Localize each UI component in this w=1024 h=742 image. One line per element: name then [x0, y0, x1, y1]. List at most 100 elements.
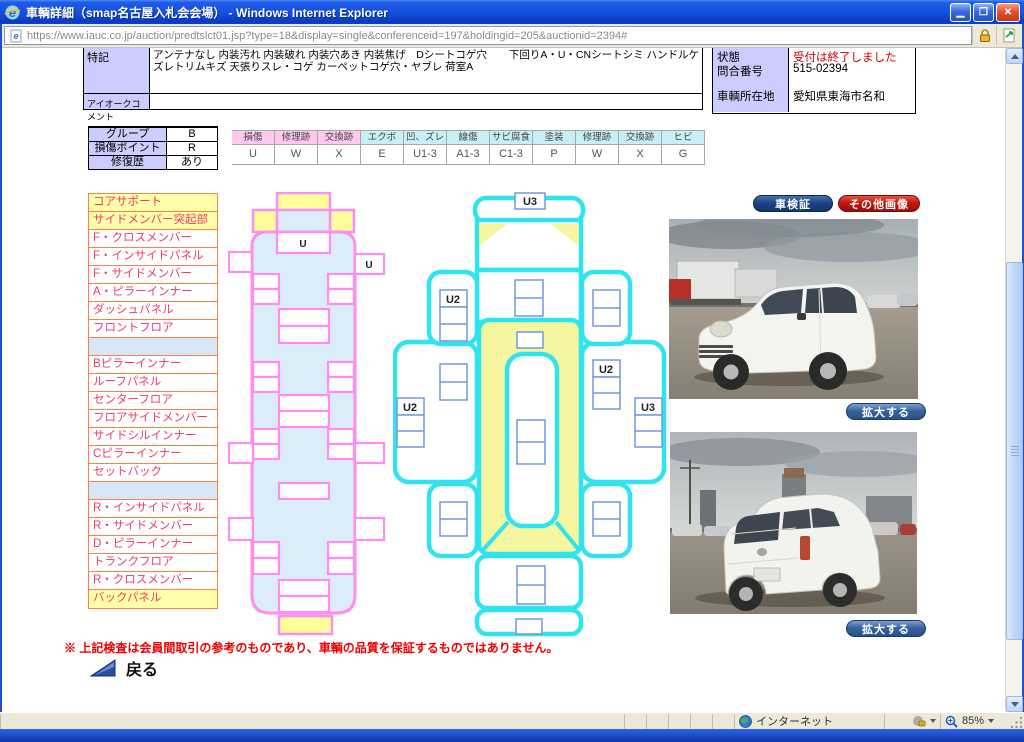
security-globe-icon — [912, 715, 926, 728]
legend-header: 凹、ズレ — [404, 130, 446, 145]
padlock-icon — [978, 28, 992, 43]
address-input[interactable]: e https://www.iauc.co.jp/auction/predtsl… — [4, 26, 972, 45]
group-table: グループ B 損傷ポイント R 修復歴 あり — [88, 126, 218, 170]
legend-value: W — [576, 145, 618, 165]
vertical-scrollbar[interactable] — [1005, 48, 1022, 712]
title-bar: e 車輌詳細（smap名古屋入札会会場） - Windows Internet … — [0, 0, 1024, 24]
special-notes-label: 特記 — [84, 48, 150, 93]
address-bar: e https://www.iauc.co.jp/auction/predtsl… — [0, 24, 1024, 48]
protected-mode-pane[interactable] — [884, 714, 940, 729]
legend-value: P — [533, 145, 575, 165]
parts-list-item[interactable]: トランクフロア — [89, 554, 217, 572]
underbody-label-front: U — [299, 239, 306, 250]
globe-icon — [739, 715, 752, 728]
scrollbar-thumb[interactable] — [1006, 262, 1023, 640]
legend-header: 交換跡 — [619, 130, 661, 145]
back-arrow-icon — [90, 659, 116, 677]
legend-value: G — [662, 145, 704, 165]
parts-list-item[interactable]: サイドメンバー突起部 — [89, 212, 217, 230]
parts-list-item[interactable]: A・ピラーインナー — [89, 284, 217, 302]
parts-list-item[interactable]: バックパネル — [89, 590, 217, 608]
underbody-label-side: U — [365, 260, 372, 271]
parts-list-item[interactable]: Bピラーインナー — [89, 356, 217, 374]
parts-list: コアサポート サイドメンバー突起部 F・クロスメンバー F・インサイドパネル F… — [88, 193, 218, 609]
parts-list-item[interactable]: ルーフパネル — [89, 374, 217, 392]
enlarge-photo-front-button[interactable]: 拡大する — [846, 403, 926, 420]
vehicle-location-label: 車輌所在地 — [713, 87, 789, 112]
parts-list-item[interactable]: サイドシルインナー — [89, 428, 217, 446]
group-table-row: 修復歴 あり — [89, 155, 217, 169]
legend-value: U — [232, 145, 274, 165]
back-button-label: 戻る — [126, 656, 158, 680]
parts-list-item[interactable]: R・インサイドパネル — [89, 500, 217, 518]
back-button[interactable]: 戻る — [90, 656, 158, 680]
restore-button[interactable]: ❐ — [973, 3, 994, 22]
parts-list-item[interactable]: F・インサイドパネル — [89, 248, 217, 266]
vehicle-photo-rear — [670, 432, 917, 614]
group-table-row: グループ B — [89, 127, 217, 141]
parts-list-item[interactable] — [89, 482, 217, 500]
status-message-pane — [0, 714, 624, 729]
underbody-damage-diagram: U U — [228, 192, 393, 637]
group-row-value: B — [167, 128, 217, 141]
inspection-certificate-button[interactable]: 車検証 — [753, 195, 833, 212]
status-value: 受付は終了しました — [789, 48, 915, 62]
parts-list-item[interactable]: R・サイドメンバー — [89, 518, 217, 536]
parts-list-item[interactable] — [89, 338, 217, 356]
auction-comment-content — [150, 93, 702, 109]
minimize-button[interactable]: ▁ — [950, 3, 971, 22]
svg-text:e: e — [13, 31, 18, 41]
parts-list-item[interactable]: セットバック — [89, 464, 217, 482]
disclaimer-note: ※ 上記検査は会員間取引の参考のものであり、車輌の品質を保証するものではありませ… — [64, 639, 558, 656]
legend-column: 損傷 U — [232, 130, 275, 165]
ie-logo-icon: e — [4, 4, 21, 21]
legend-header: 修理跡 — [275, 130, 317, 145]
security-dropdown-caret — [930, 719, 936, 723]
page-favicon-icon: e — [9, 29, 23, 43]
internet-zone-label: インターネット — [756, 713, 833, 729]
group-row-label: グループ — [89, 128, 167, 141]
legend-value: W — [275, 145, 317, 165]
vehicle-status-table: 状態 受付は終了しました 問合番号 515-02394 車輌所在地 愛知県東海市… — [712, 48, 916, 114]
resize-grip[interactable] — [1010, 714, 1024, 729]
legend-column: エクボ E — [361, 130, 404, 165]
legend-header: 交換跡 — [318, 130, 360, 145]
parts-list-item[interactable]: F・クロスメンバー — [89, 230, 217, 248]
parts-list-item[interactable]: R・クロスメンバー — [89, 572, 217, 590]
group-row-label: 損傷ポイント — [89, 142, 167, 155]
legend-column: 交換跡 X — [619, 130, 662, 165]
status-bar: インターネット 85% — [0, 712, 1024, 729]
other-images-button[interactable]: その他画像 — [838, 195, 920, 212]
legend-value: E — [361, 145, 403, 165]
legend-value: U1-3 — [404, 145, 446, 165]
parts-list-item[interactable]: センターフロア — [89, 392, 217, 410]
parts-list-item[interactable]: D・ピラーインナー — [89, 536, 217, 554]
parts-list-item[interactable]: コアサポート — [89, 194, 217, 212]
parts-list-item[interactable]: Cピラーインナー — [89, 446, 217, 464]
parts-list-item[interactable]: フロントフロア — [89, 320, 217, 338]
security-lock-button[interactable] — [972, 26, 996, 45]
page-action-button[interactable] — [996, 26, 1020, 45]
parts-list-item[interactable]: ダッシュパネル — [89, 302, 217, 320]
parts-list-item[interactable]: フロアサイドメンバー — [89, 410, 217, 428]
damage-legend-table: 損傷 U 修理跡 W 交換跡 X エクボ E 凹、ズレ U1-3 線傷 A1-3… — [232, 130, 706, 165]
scroll-down-button[interactable] — [1006, 696, 1023, 712]
scroll-up-button[interactable] — [1006, 48, 1023, 64]
parts-list-item[interactable]: F・サイドメンバー — [89, 266, 217, 284]
enlarge-photo-rear-button[interactable]: 拡大する — [846, 620, 926, 637]
zoom-pane[interactable]: 85% — [940, 714, 1010, 729]
group-row-value: あり — [167, 156, 217, 169]
body-label-sill-left: U2 — [403, 402, 417, 414]
body-label-quarter-right: U3 — [641, 402, 655, 414]
legend-column: サビ腐食 C1-3 — [490, 130, 533, 165]
inquiry-number-value: 515-02394 — [789, 62, 915, 87]
close-button[interactable]: ✕ — [996, 3, 1020, 22]
auction-comment-label: アイオークコメント — [84, 93, 150, 109]
special-notes-table: 特記 アンテナなし 内装汚れ 内装破れ 内装穴あき 内装焦げ Dシートコゲ穴 下… — [83, 48, 703, 110]
background-cars — [867, 293, 918, 308]
legend-header: ヒビ — [662, 130, 704, 145]
body-damage-diagram: U3 U2 U2 U2 U3 — [393, 192, 678, 637]
group-row-label: 修復歴 — [89, 156, 167, 169]
vehicle-photo-front — [669, 219, 918, 399]
body-label-door-right: U2 — [599, 364, 613, 376]
